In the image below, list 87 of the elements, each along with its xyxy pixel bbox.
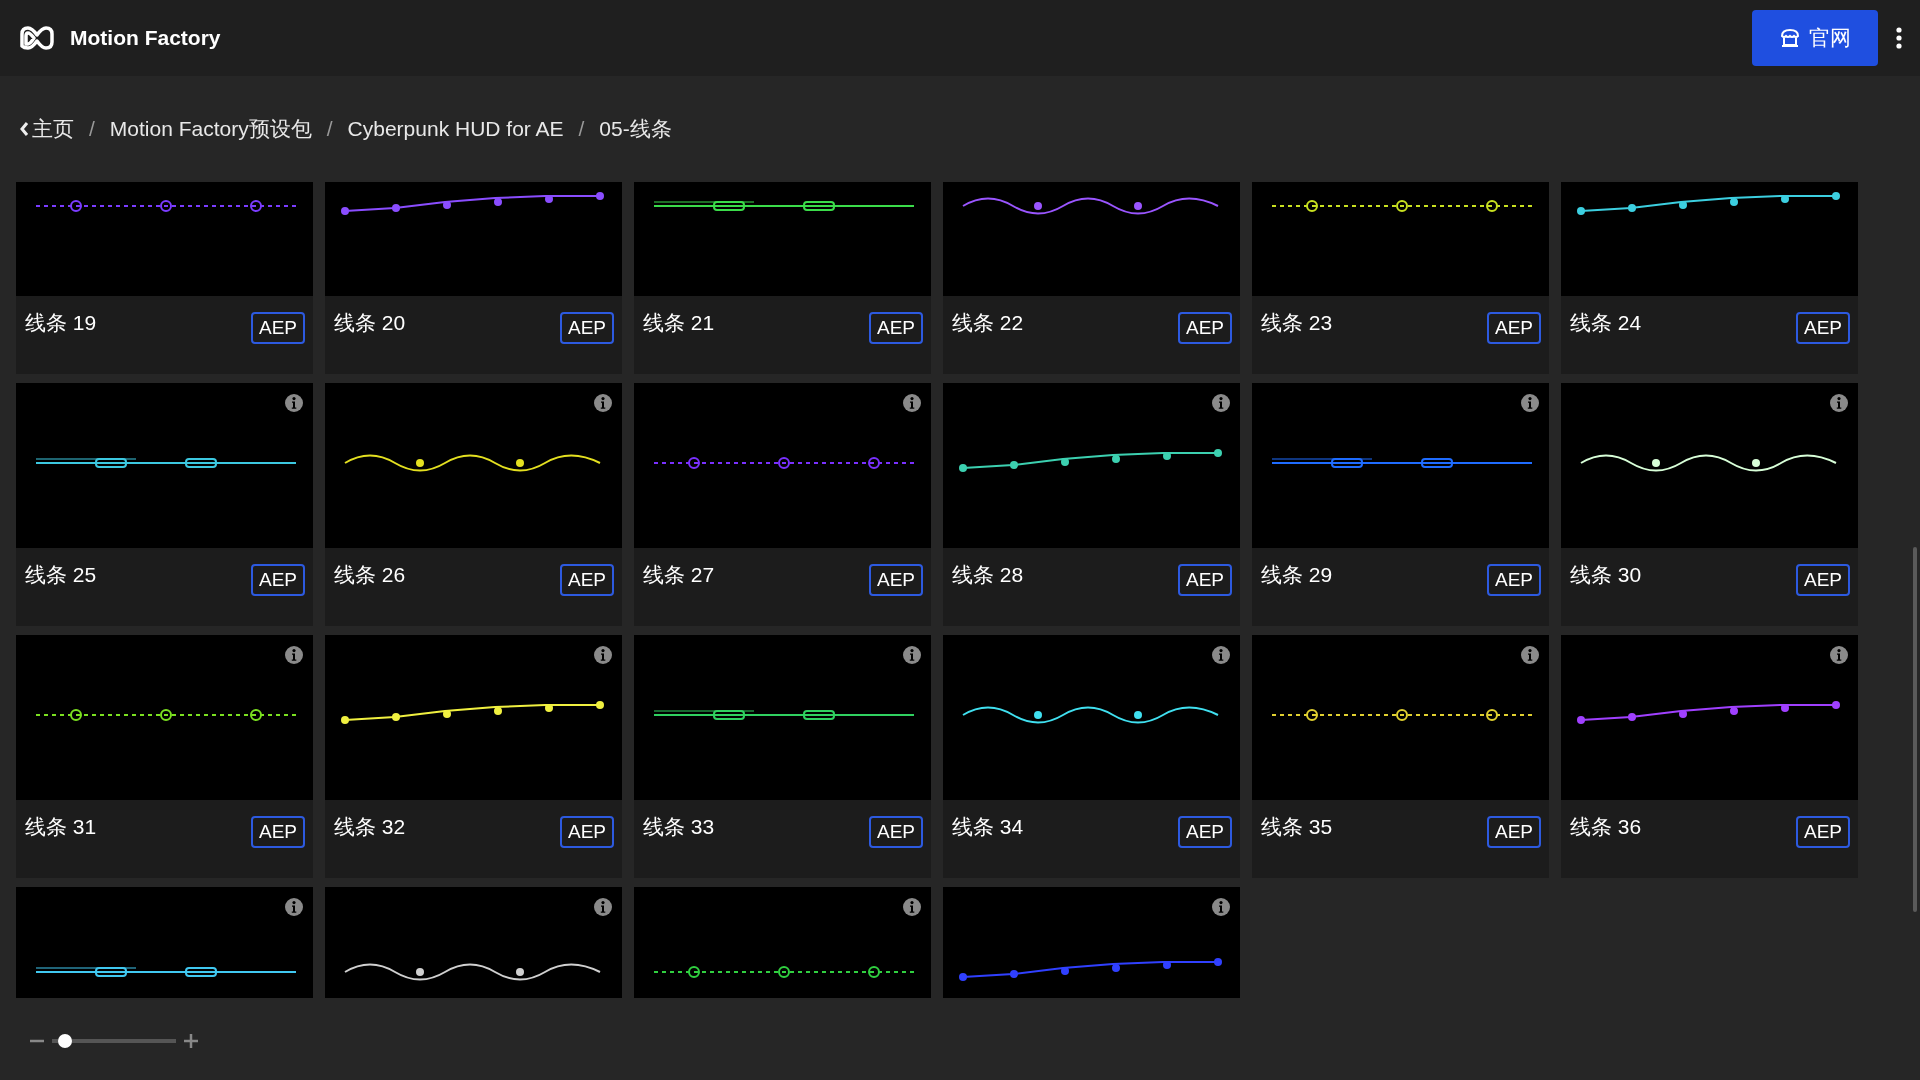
card-title: 线条 33: [643, 814, 715, 840]
format-tag: AEP: [868, 312, 923, 344]
card-title: 线条 31: [25, 814, 97, 840]
preset-card[interactable]: 线条 20 AEP: [325, 182, 622, 374]
format-tag: AEP: [1177, 312, 1232, 344]
format-tag: AEP: [1177, 564, 1232, 596]
card-title: 线条 20: [334, 310, 406, 336]
app-title: Motion Factory: [70, 25, 221, 52]
card-title: 线条 34: [952, 814, 1024, 840]
format-tag: AEP: [1486, 564, 1541, 596]
card-title: 线条 26: [334, 562, 406, 588]
preset-card[interactable]: 线条 29 AEP: [1252, 383, 1549, 626]
website-button[interactable]: 官网: [1752, 10, 1878, 66]
info-icon[interactable]: [1212, 898, 1230, 916]
info-icon[interactable]: [903, 394, 921, 412]
card-title: 线条 29: [1261, 562, 1333, 588]
breadcrumb-separator: /: [89, 116, 95, 143]
preset-card[interactable]: 线条 31 AEP: [16, 635, 313, 878]
card-title: 线条 23: [1261, 310, 1333, 336]
zoom-slider[interactable]: [52, 1034, 176, 1048]
info-icon[interactable]: [1212, 646, 1230, 664]
format-tag: AEP: [1795, 816, 1850, 848]
preset-card[interactable]: 线条 21 AEP: [634, 182, 931, 374]
info-icon[interactable]: [1830, 646, 1848, 664]
card-title: 线条 21: [643, 310, 715, 336]
info-icon[interactable]: [594, 646, 612, 664]
format-tag: AEP: [559, 816, 614, 848]
card-title: 线条 19: [25, 310, 97, 336]
breadcrumb-separator: /: [578, 116, 585, 143]
info-icon[interactable]: [903, 646, 921, 664]
back-chevron-icon: [20, 122, 29, 136]
zoom-in-icon[interactable]: [184, 1034, 198, 1048]
breadcrumb-label[interactable]: 主页: [32, 113, 74, 145]
preset-card[interactable]: 线条 23 AEP: [1252, 182, 1549, 374]
card-title: 线条 30: [1570, 562, 1642, 588]
card-title: 线条 36: [1570, 814, 1642, 840]
format-tag: AEP: [250, 816, 305, 848]
preset-card[interactable]: 线条 19 AEP: [16, 182, 313, 374]
breadcrumb-link[interactable]: Cyberpunk HUD for AE: [347, 113, 564, 145]
info-icon[interactable]: [594, 394, 612, 412]
info-icon[interactable]: [903, 898, 921, 916]
preset-card[interactable]: 线条 25 AEP: [16, 383, 313, 626]
breadcrumb-link[interactable]: Motion Factory预设包: [109, 113, 312, 145]
card-title: 线条 35: [1261, 814, 1333, 840]
card-title: 线条 24: [1570, 310, 1642, 336]
card-title: 线条 28: [952, 562, 1024, 588]
info-icon[interactable]: [594, 898, 612, 916]
preset-card[interactable]: 线条 24 AEP: [1561, 182, 1858, 374]
zoom-out-icon[interactable]: [30, 1039, 44, 1043]
store-icon: [1779, 27, 1801, 49]
preset-card[interactable]: 线条 36 AEP: [1561, 635, 1858, 878]
format-tag: AEP: [1177, 816, 1232, 848]
format-tag: AEP: [1486, 312, 1541, 344]
format-tag: AEP: [250, 312, 305, 344]
scrollbar[interactable]: [1913, 547, 1917, 912]
preset-card[interactable]: 线条 30 AEP: [1561, 383, 1858, 626]
breadcrumb-separator: /: [326, 116, 333, 143]
info-icon[interactable]: [1521, 646, 1539, 664]
preset-card[interactable]: 线条 26 AEP: [325, 383, 622, 626]
format-tag: AEP: [868, 816, 923, 848]
preset-card[interactable]: 线条 32 AEP: [325, 635, 622, 878]
format-tag: AEP: [868, 564, 923, 596]
format-tag: AEP: [559, 564, 614, 596]
info-icon[interactable]: [1521, 394, 1539, 412]
current-page-label[interactable]: 05-线条: [599, 113, 672, 145]
format-tag: AEP: [1795, 312, 1850, 344]
info-icon[interactable]: [1212, 394, 1230, 412]
card-title: 线条 22: [952, 310, 1024, 336]
preset-card[interactable]: 线条 35 AEP: [1252, 635, 1549, 878]
more-icon[interactable]: [1896, 27, 1902, 49]
info-icon[interactable]: [285, 394, 303, 412]
preset-card[interactable]: 线条 33 AEP: [634, 635, 931, 878]
format-tag: AEP: [1795, 564, 1850, 596]
card-title: 线条 25: [25, 562, 97, 588]
preset-card[interactable]: 线条 34 AEP: [943, 635, 1240, 878]
info-icon[interactable]: [285, 898, 303, 916]
info-icon[interactable]: [285, 646, 303, 664]
format-tag: AEP: [559, 312, 614, 344]
preset-card[interactable]: 线条 28 AEP: [943, 383, 1240, 626]
card-title: 线条 27: [643, 562, 715, 588]
preset-card[interactable]: 线条 27 AEP: [634, 383, 931, 626]
preset-card[interactable]: 线条 22 AEP: [943, 182, 1240, 374]
format-tag: AEP: [250, 564, 305, 596]
format-tag: AEP: [1486, 816, 1541, 848]
info-icon[interactable]: [1830, 394, 1848, 412]
card-title: 线条 32: [334, 814, 406, 840]
logo-icon: [18, 24, 56, 52]
